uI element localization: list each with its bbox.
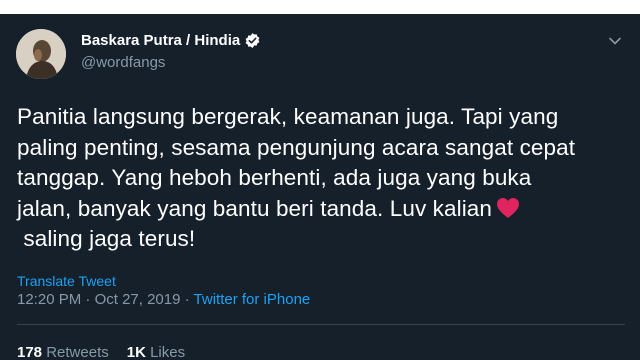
avatar[interactable] (16, 29, 66, 79)
verified-badge-icon (245, 33, 260, 48)
meta-separator: · (81, 291, 95, 308)
tweet-stats: 178 Retweets 1K Likes (17, 344, 185, 360)
tweet-card: Baskara Putra / Hindia @wordfangs Paniti… (0, 14, 640, 360)
tweet-date[interactable]: Oct 27, 2019 (95, 291, 181, 308)
tweet-text-line: paling penting, sesama pengunjung acara … (17, 134, 576, 160)
tweet-source-link[interactable]: Twitter for iPhone (194, 291, 311, 308)
divider (17, 324, 625, 325)
tweet-metadata: 12:20 PM · Oct 27, 2019 · Twitter for iP… (17, 291, 310, 308)
retweets-count: 178 (17, 344, 43, 360)
tweet-text-line: jalan, banyak yang bantu beri tanda. Luv… (17, 195, 493, 221)
likes-label: Likes (150, 344, 186, 360)
retweets-label: Retweets (46, 344, 109, 360)
tweet-text: Panitia langsung bergerak, keamanan juga… (17, 102, 627, 255)
likes-stat[interactable]: 1K Likes (127, 344, 185, 360)
author-display-name[interactable]: Baskara Putra / Hindia (81, 32, 261, 49)
author-name-text[interactable]: Baskara Putra / Hindia (81, 32, 240, 49)
meta-separator: · (180, 291, 194, 308)
user-avatar-image (16, 29, 66, 79)
tweet-time[interactable]: 12:20 PM (17, 291, 81, 308)
tweet-text-line: tanggap. Yang heboh berhenti, ada juga y… (17, 165, 532, 190)
retweets-stat[interactable]: 178 Retweets (17, 344, 109, 360)
red-heart-icon (497, 197, 520, 218)
tweet-text-line: saling jaga terus! (17, 226, 196, 251)
translate-tweet-link[interactable]: Translate Tweet (17, 273, 116, 289)
tweet-text-line: Panitia langsung bergerak, keamanan juga… (17, 104, 559, 129)
likes-count: 1K (126, 344, 146, 360)
author-handle[interactable]: @wordfangs (81, 54, 165, 71)
tweet-text-line-with-heart: jalan, banyak yang bantu beri tanda. Luv… (17, 194, 627, 225)
chevron-down-icon[interactable] (608, 34, 622, 48)
